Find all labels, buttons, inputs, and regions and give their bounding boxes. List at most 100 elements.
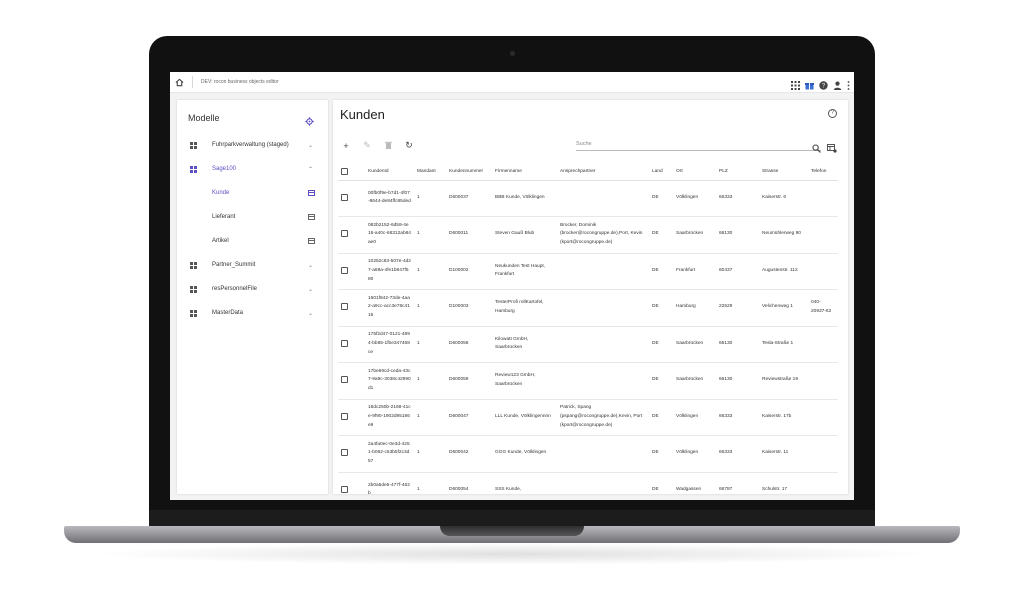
table-cell: D600042 xyxy=(446,435,492,473)
app-bar: DEV: rocon business objects editor ? xyxy=(170,72,854,93)
row-checkbox[interactable] xyxy=(341,412,348,420)
chevron-up-icon[interactable]: ⌃ xyxy=(308,166,313,173)
row-select-cell xyxy=(338,326,365,363)
sidebar-title: Modelle xyxy=(188,113,220,123)
table-row[interactable]: 17be69cd-ceda-43c7-9a9c-3038c42990d1 1 D60… xyxy=(338,362,838,400)
model-icon xyxy=(190,141,197,149)
help-icon[interactable]: ? xyxy=(819,77,828,90)
apps-grid-icon[interactable] xyxy=(791,77,800,90)
table-cell: D600059 xyxy=(446,362,492,400)
table-row[interactable]: 1601f842-73de-4aa2-a9cc-acc3e78c4116 1 D10… xyxy=(338,289,838,327)
sidebar-item-label: resPersonnelFile xyxy=(212,286,258,292)
col-header[interactable]: Land xyxy=(649,163,673,181)
col-header[interactable]: KundenId xyxy=(365,163,414,181)
chevron-down-icon[interactable]: ⌄ xyxy=(308,310,313,317)
search-field[interactable]: Suche xyxy=(576,140,821,153)
col-header[interactable]: Kundennummer xyxy=(446,163,492,181)
table-cell: D600011 xyxy=(446,216,492,254)
row-checkbox[interactable] xyxy=(341,266,348,274)
table-cell xyxy=(557,362,649,400)
row-checkbox[interactable] xyxy=(341,339,348,347)
table-cell: 66130 xyxy=(716,362,759,400)
home-icon[interactable] xyxy=(174,77,184,87)
delete-icon[interactable] xyxy=(383,141,393,151)
row-checkbox[interactable] xyxy=(341,193,348,201)
divider xyxy=(192,76,193,88)
table-row[interactable]: 175f2d47-0121-4894-bb65-1fbe347468ce 1 D60… xyxy=(338,326,838,363)
table-cell: TesterProfi rollKartofel, Hamburg xyxy=(492,289,557,327)
sidebar-subitem-kunde[interactable]: Kunde xyxy=(177,181,328,205)
main-panel: Kunden ? + ✎ ↻ Suche KundenId Mandant Ku… xyxy=(333,100,848,494)
table-cell: D600054 xyxy=(446,472,492,494)
table-cell: 1 xyxy=(414,435,446,473)
search-input[interactable]: Suche xyxy=(576,141,592,147)
row-checkbox[interactable] xyxy=(341,485,348,493)
app-title: DEV: rocon business objects editor xyxy=(201,79,279,85)
chevron-down-icon[interactable]: ⌄ xyxy=(308,262,313,269)
edit-icon[interactable]: ✎ xyxy=(362,140,372,151)
table-row[interactable]: 082b2152-6d59-4e16-a40c-68312ab84ae0 1 D60… xyxy=(338,216,838,254)
sidebar-subitem-lieferant[interactable]: Lieferant xyxy=(177,205,328,229)
table-cell: Kaiserstr. 11 xyxy=(759,435,808,473)
chevron-down-icon[interactable]: ⌄ xyxy=(308,286,313,293)
col-header[interactable]: Telefon xyxy=(808,163,838,181)
sidebar-item-sage100[interactable]: Sage100 ⌃ xyxy=(177,157,328,181)
select-all-checkbox[interactable] xyxy=(341,167,348,175)
sidebar-item-label: Fuhrparkverwaltung (staged) xyxy=(212,142,289,148)
sidebar-subitem-label: Artikel xyxy=(212,238,229,244)
account-icon[interactable] xyxy=(833,77,842,90)
col-header[interactable]: Ort xyxy=(673,163,716,181)
chevron-down-icon[interactable]: ⌄ xyxy=(308,142,313,149)
table-cell: Schulstr. 17 xyxy=(759,472,808,494)
table-row[interactable]: 10252c63-507e-4d27-a69a-4fe1b847f580 1 D10… xyxy=(338,253,838,290)
sidebar: Modelle Fuhrparkverwaltung (staged) ⌄ Sa… xyxy=(177,100,328,494)
table-cell: 66787 xyxy=(716,472,759,494)
table-cell: Saarbrücken xyxy=(673,216,716,254)
row-checkbox[interactable] xyxy=(341,376,348,384)
search-icon[interactable] xyxy=(812,140,821,153)
table-cell: 18dc250b-2168-41ce-9f90-1902d95186e9 xyxy=(365,399,414,436)
table-cell xyxy=(557,289,649,327)
row-checkbox[interactable] xyxy=(341,449,348,457)
col-header[interactable]: Strasse xyxy=(759,163,808,181)
table-cell: D600056 xyxy=(446,326,492,363)
col-header[interactable]: PLZ xyxy=(716,163,759,181)
sidebar-item-respersonnelfile[interactable]: resPersonnelFile ⌄ xyxy=(177,277,328,301)
sidebar-item-masterdata[interactable]: MasterData ⌄ xyxy=(177,301,328,325)
row-select-cell xyxy=(338,180,365,217)
table-cell: 22529 xyxy=(716,289,759,327)
sidebar-item-fuhrparkverwaltung[interactable]: Fuhrparkverwaltung (staged) ⌄ xyxy=(177,133,328,157)
help-circle-icon[interactable]: ? xyxy=(828,109,837,118)
table-row[interactable]: 2b0a5de5-477f-462b 1 D600054 SSS Kunde, DE Wa… xyxy=(338,472,838,494)
table-cell: Augustenstr. 112 xyxy=(759,253,808,290)
camera xyxy=(510,51,515,56)
table-cell: LLL Kunde, Völklingennnn xyxy=(492,399,557,436)
refresh-icon[interactable]: ↻ xyxy=(404,140,414,151)
table-row[interactable]: 18dc250b-2168-41ce-9f90-1902d95186e9 1 D60… xyxy=(338,399,838,436)
col-header[interactable]: Firmenname xyxy=(492,163,557,181)
table-cell: Neukunden Test Haupt, Frankfurt xyxy=(492,253,557,290)
model-icon xyxy=(190,309,197,317)
row-select-cell xyxy=(338,362,365,400)
table-cell: DE xyxy=(649,362,673,400)
table-cell: 040-20937-62 xyxy=(808,289,838,327)
gear-icon[interactable] xyxy=(305,113,314,126)
table-cell xyxy=(557,253,649,290)
sidebar-item-partner-summit[interactable]: Partner_Summit ⌄ xyxy=(177,253,328,277)
more-vert-icon[interactable] xyxy=(847,77,850,90)
add-icon[interactable]: + xyxy=(341,141,351,151)
table-row[interactable]: 00fb0f9e-b7d1-4f07-8644-de84ffc85ded 1 D60… xyxy=(338,180,838,217)
column-settings-icon[interactable] xyxy=(827,140,837,153)
table-cell: Reviewstraße 19 xyxy=(759,362,808,400)
gift-icon[interactable] xyxy=(805,77,814,90)
table-cell: 1 xyxy=(414,326,446,363)
table-cell: D600047 xyxy=(446,399,492,436)
col-header[interactable]: Mandant xyxy=(414,163,446,181)
table-row[interactable]: 2a4fa0ec-0e3d-4251-b062-c53b5f2c3d57 1 D60… xyxy=(338,435,838,473)
table-cell: DE xyxy=(649,180,673,217)
row-checkbox[interactable] xyxy=(341,303,348,311)
row-checkbox[interactable] xyxy=(341,230,348,238)
table-cell: DE xyxy=(649,472,673,494)
col-header[interactable]: Ansprechpartner xyxy=(557,163,649,181)
sidebar-subitem-artikel[interactable]: Artikel xyxy=(177,229,328,253)
